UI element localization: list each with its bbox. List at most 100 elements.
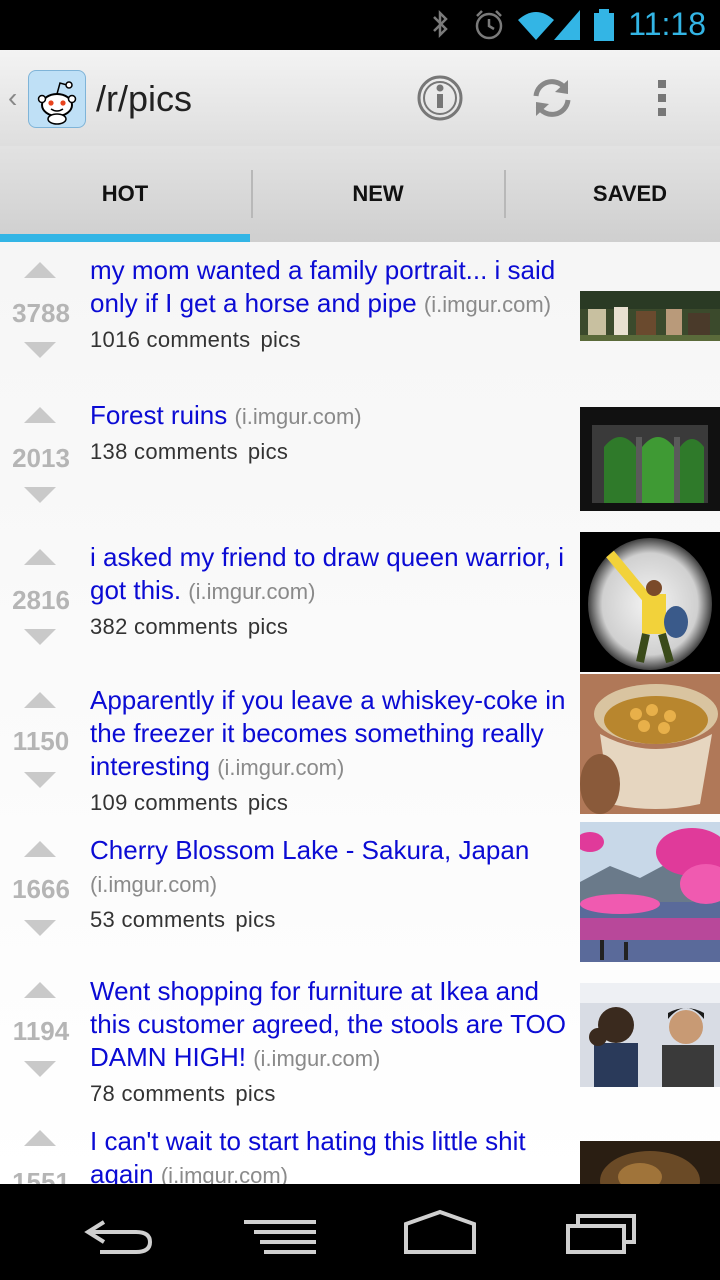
post-title-text[interactable]: Cherry Blossom Lake - Sakura, Japan [90,835,529,865]
list-item[interactable]: 1551 I can't wait to start hating this l… [0,1113,720,1184]
upvote-arrow-icon[interactable] [24,982,56,998]
post-thumbnail[interactable] [580,822,720,962]
signal-icon [554,10,580,40]
post-comments[interactable]: 53 comments [90,907,225,932]
post-list[interactable]: 3788 my mom wanted a family portrait... … [0,242,720,1184]
upvote-arrow-icon[interactable] [24,692,56,708]
post-title[interactable]: i asked my friend to draw queen warrior,… [90,541,580,608]
post-comments[interactable]: 109 comments [90,790,238,815]
wifi-icon [518,12,554,40]
post-domain: (i.imgur.com) [188,579,316,604]
downvote-arrow-icon[interactable] [24,920,56,936]
post-title[interactable]: my mom wanted a family portrait... i sai… [90,254,580,321]
action-bar: ‹ /r/pics [0,50,720,147]
post-title[interactable]: Apparently if you leave a whiskey-coke i… [90,684,580,784]
post-domain: (i.imgur.com) [234,404,362,429]
post-domain: (i.imgur.com) [90,872,218,897]
tab-new[interactable]: NEW [258,146,498,242]
recent-apps-icon [566,1214,636,1254]
post-thumbnail[interactable] [580,407,720,511]
menu-button[interactable] [240,1208,320,1256]
post-thumbnail[interactable] [580,983,720,1087]
menu-lines-icon [244,1220,316,1254]
downvote-arrow-icon[interactable] [24,629,56,645]
list-item[interactable]: 1150 Apparently if you leave a whiskey-c… [0,672,720,822]
post-score: 1551 [12,1167,70,1184]
list-item[interactable]: 2816 i asked my friend to draw queen war… [0,529,720,672]
post-subreddit[interactable]: pics [248,614,288,639]
post-content[interactable]: i asked my friend to draw queen warrior,… [90,541,580,640]
upvote-arrow-icon[interactable] [24,407,56,423]
post-title-text[interactable]: I can't wait to start hating this little… [90,1126,526,1184]
post-meta: 78 comments pics [90,1081,580,1107]
post-content[interactable]: Cherry Blossom Lake - Sakura, Japan (i.i… [90,834,580,933]
post-title[interactable]: Forest ruins (i.imgur.com) [90,399,580,433]
post-subreddit[interactable]: pics [248,790,288,815]
upvote-arrow-icon[interactable] [24,841,56,857]
upvote-arrow-icon[interactable] [24,1130,56,1146]
post-thumbnail[interactable] [580,674,720,814]
home-button[interactable] [400,1208,480,1256]
post-score: 2013 [12,443,70,473]
refresh-button[interactable] [524,70,580,126]
post-domain: (i.imgur.com) [160,1163,288,1184]
post-subreddit[interactable]: pics [235,1081,275,1106]
post-subreddit[interactable]: pics [260,327,300,352]
tab-divider [504,170,506,218]
tab-bar: HOT NEW SAVED [0,146,720,242]
overflow-menu-button[interactable] [636,70,692,126]
post-comments[interactable]: 78 comments [90,1081,225,1106]
tab-divider [251,170,253,218]
post-comments[interactable]: 382 comments [90,614,238,639]
upvote-arrow-icon[interactable] [24,262,56,278]
overflow-menu-icon [658,80,666,116]
downvote-arrow-icon[interactable] [24,772,56,788]
post-comments[interactable]: 1016 comments [90,327,250,352]
info-icon [417,75,463,121]
back-icon [84,1220,153,1254]
tab-saved[interactable]: SAVED [510,146,720,242]
up-caret-icon[interactable]: ‹ [8,82,17,114]
post-content[interactable]: Apparently if you leave a whiskey-coke i… [90,684,580,816]
upvote-arrow-icon[interactable] [24,549,56,565]
post-score: 2816 [12,585,70,615]
post-comments[interactable]: 138 comments [90,439,238,464]
post-score: 3788 [12,298,70,328]
list-item[interactable]: 3788 my mom wanted a family portrait... … [0,242,720,387]
post-thumbnail[interactable] [580,291,720,341]
post-score: 1666 [12,874,70,904]
post-meta: 138 comments pics [90,439,580,465]
post-content[interactable]: my mom wanted a family portrait... i sai… [90,254,580,353]
refresh-icon [533,79,571,117]
post-subreddit[interactable]: pics [235,907,275,932]
battery-icon [594,9,614,41]
post-meta: 109 comments pics [90,790,580,816]
downvote-arrow-icon[interactable] [24,1061,56,1077]
navigation-bar [0,1184,720,1280]
tab-hot[interactable]: HOT [5,146,245,242]
home-icon [404,1209,476,1254]
reddit-alien-icon[interactable] [28,70,86,128]
downvote-arrow-icon[interactable] [24,342,56,358]
status-bar: 11:18 [0,0,720,50]
post-title-text[interactable]: i asked my friend to draw queen warrior,… [90,542,564,605]
downvote-arrow-icon[interactable] [24,487,56,503]
post-meta: 382 comments pics [90,614,580,640]
list-item[interactable]: 1666 Cherry Blossom Lake - Sakura, Japan… [0,822,720,963]
post-thumbnail[interactable] [580,532,720,672]
recent-apps-button[interactable] [560,1208,640,1256]
post-content[interactable]: Forest ruins (i.imgur.com) 138 comments p… [90,399,580,465]
list-item[interactable]: 1194 Went shopping for furniture at Ikea… [0,963,720,1113]
post-title[interactable]: Cherry Blossom Lake - Sakura, Japan (i.i… [90,834,580,901]
post-score: 1194 [12,1016,70,1046]
post-title-text[interactable]: Forest ruins [90,400,227,430]
post-title[interactable]: Went shopping for furniture at Ikea and … [90,975,580,1075]
post-subreddit[interactable]: pics [248,439,288,464]
post-content[interactable]: Went shopping for furniture at Ikea and … [90,975,580,1107]
info-button[interactable] [412,70,468,126]
post-title[interactable]: I can't wait to start hating this little… [90,1125,580,1184]
post-content[interactable]: I can't wait to start hating this little… [90,1125,580,1184]
list-item[interactable]: 2013 Forest ruins (i.imgur.com) 138 comm… [0,387,720,529]
back-button[interactable] [80,1208,160,1256]
post-thumbnail[interactable] [580,1141,720,1184]
